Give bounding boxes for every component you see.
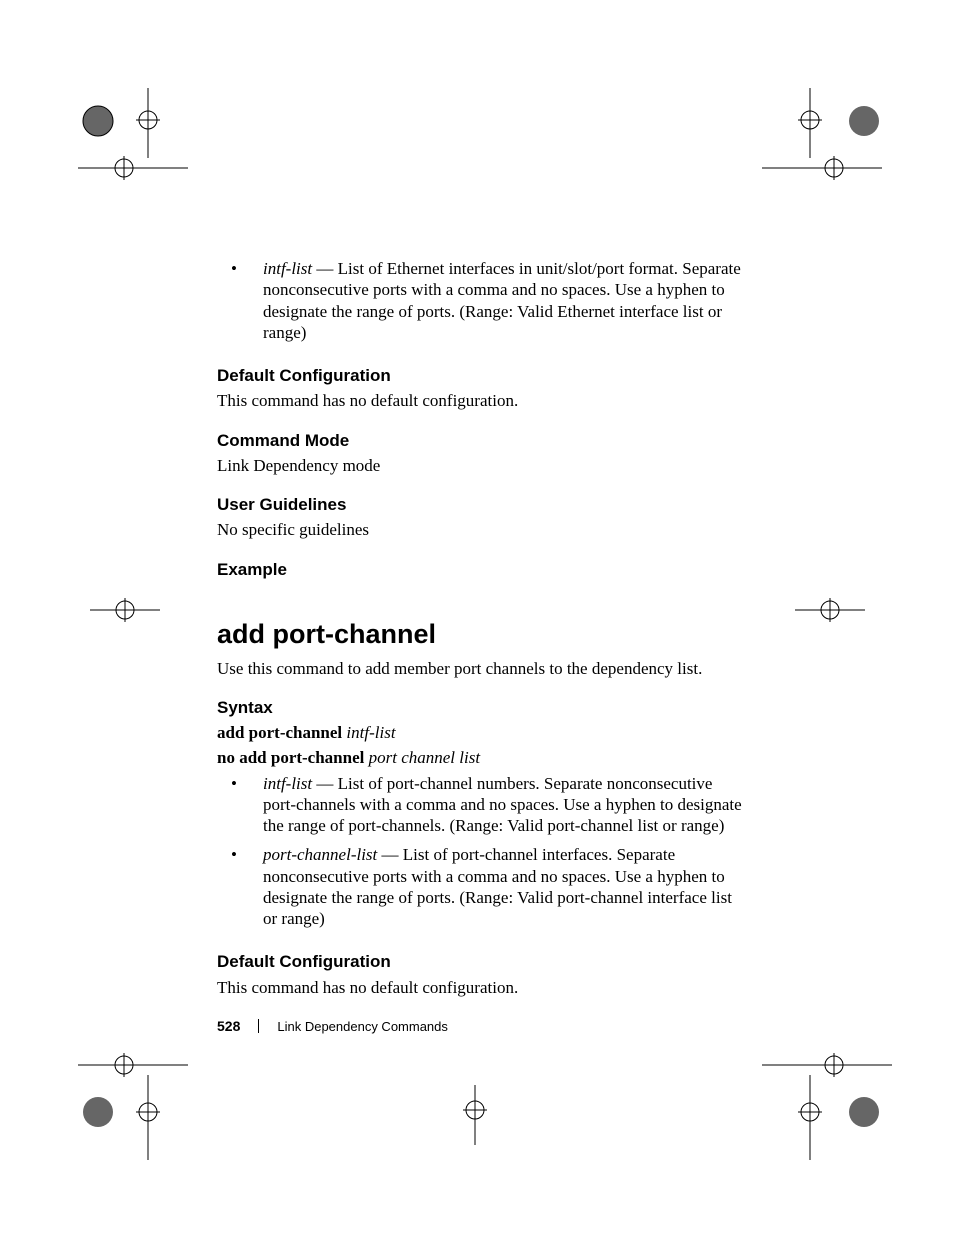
syntax-bold: no add port-channel [217, 748, 369, 767]
body-text: Use this command to add member port chan… [217, 658, 743, 679]
section-heading: Syntax [217, 697, 743, 718]
syntax-line: no add port-channel port channel list [217, 747, 743, 768]
page-content: • intf-list — List of Ethernet interface… [217, 258, 743, 1016]
printer-mark-icon [440, 1085, 510, 1145]
param-term: port-channel-list [263, 845, 377, 864]
section-heading: Default Configuration [217, 951, 743, 972]
printer-mark-icon [795, 590, 865, 630]
printer-mark-icon [90, 590, 160, 630]
printer-mark-icon [78, 1040, 188, 1160]
syntax-line: add port-channel intf-list [217, 722, 743, 743]
param-term: intf-list [263, 259, 312, 278]
page-number: 528 [217, 1018, 240, 1034]
syntax-bold: add port-channel [217, 723, 346, 742]
section-heading: Example [217, 559, 743, 580]
printer-mark-icon [762, 88, 882, 198]
command-title: add port-channel [217, 618, 743, 652]
list-item: • intf-list — List of Ethernet interface… [217, 258, 743, 343]
bullet-dot-icon: • [217, 773, 263, 837]
section-heading: Default Configuration [217, 365, 743, 386]
param-desc: — List of Ethernet interfaces in unit/sl… [263, 259, 741, 342]
page-footer: 528 Link Dependency Commands [217, 1018, 448, 1034]
list-item: • intf-list — List of port-channel numbe… [217, 773, 743, 837]
bullet-dot-icon: • [217, 844, 263, 929]
param-term: intf-list [263, 774, 312, 793]
section-heading: Command Mode [217, 430, 743, 451]
body-text: This command has no default configuratio… [217, 390, 743, 411]
footer-section: Link Dependency Commands [277, 1019, 448, 1034]
list-item: • port-channel-list — List of port-chann… [217, 844, 743, 929]
param-desc: — List of port-channel numbers. Separate… [263, 774, 742, 836]
footer-sep-icon [258, 1019, 259, 1033]
body-text: No specific guidelines [217, 519, 743, 540]
bullet-dot-icon: • [217, 258, 263, 343]
body-text: This command has no default configuratio… [217, 977, 743, 998]
section-heading: User Guidelines [217, 494, 743, 515]
syntax-italic: intf-list [346, 723, 395, 742]
printer-mark-icon [762, 1040, 892, 1160]
printer-mark-icon [78, 88, 188, 198]
body-text: Link Dependency mode [217, 455, 743, 476]
page: • intf-list — List of Ethernet interface… [0, 0, 954, 1235]
syntax-italic: port channel list [369, 748, 480, 767]
